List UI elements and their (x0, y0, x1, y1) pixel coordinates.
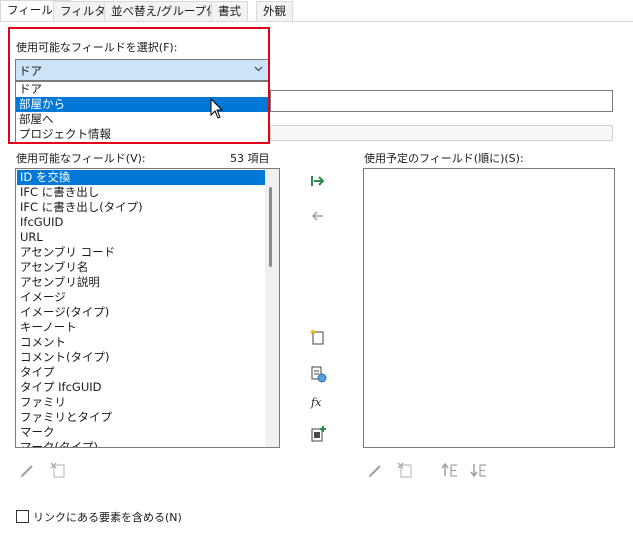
filter-field-secondary (270, 125, 613, 141)
include-links-label: リンクにある要素を含める(N) (33, 511, 182, 524)
list-item[interactable]: IFC に書き出し (17, 185, 265, 200)
edit-scheduled-button[interactable] (367, 461, 385, 479)
available-fields-list: ID を交換 IFC に書き出し IFC に書き出し(タイプ) IfcGUID … (15, 168, 280, 448)
add-parameter-icon (311, 426, 326, 442)
delete-parameter-icon (397, 462, 412, 478)
move-down-button[interactable] (470, 461, 488, 479)
list-item[interactable]: ID を交換 (17, 170, 265, 185)
category-combobox[interactable]: ドア (15, 59, 269, 81)
delete-scheduled-button[interactable] (396, 461, 414, 479)
list-item[interactable]: ファミリとタイプ (17, 410, 265, 425)
combine-parameters-icon (311, 366, 327, 383)
move-down-icon (470, 464, 486, 478)
list-item[interactable]: ファミリ (17, 395, 265, 410)
tab-sorting-grouping[interactable]: 並べ替え/グループ化 (104, 1, 225, 22)
list-item[interactable]: コメント (17, 335, 265, 350)
list-item[interactable]: キーノート (17, 320, 265, 335)
delete-parameter-button[interactable] (49, 461, 67, 479)
tab-divider (0, 21, 633, 22)
new-parameter-icon (310, 329, 324, 345)
pencil-icon (368, 465, 381, 478)
arrow-right-icon (311, 176, 325, 186)
remove-field-button[interactable] (309, 207, 327, 225)
scheduled-fields-list[interactable] (363, 168, 615, 448)
category-label: 使用可能なフィールドを選択(F): (16, 41, 178, 54)
available-fields-label: 使用可能なフィールド(V): (16, 152, 146, 165)
new-parameter-button[interactable] (309, 328, 327, 346)
available-fields-count: 53 項目 (230, 152, 270, 165)
list-item[interactable]: イメージ (17, 290, 265, 305)
dropdown-option-project-info[interactable]: プロジェクト情報 (16, 127, 268, 142)
category-selected-value: ドア (19, 64, 42, 78)
edit-parameter-button[interactable] (19, 461, 37, 479)
list-item[interactable]: タイプ IfcGUID (17, 380, 265, 395)
add-field-button[interactable] (309, 172, 327, 190)
list-item[interactable]: マーク(タイプ) (17, 440, 265, 447)
filter-field[interactable] (270, 90, 613, 112)
add-parameter-button[interactable] (309, 425, 327, 443)
combine-parameters-button[interactable] (309, 365, 327, 383)
list-item[interactable]: イメージ(タイプ) (17, 305, 265, 320)
list-item[interactable]: IfcGUID (17, 215, 265, 230)
tab-formatting[interactable]: 書式 (211, 1, 248, 22)
scrollbar-thumb[interactable] (269, 187, 272, 267)
delete-parameter-icon (50, 462, 65, 478)
dropdown-option-door[interactable]: ドア (16, 82, 268, 97)
dropdown-option-from-room[interactable]: 部屋から (16, 97, 268, 112)
move-up-icon (441, 462, 457, 477)
list-item[interactable]: コメント(タイプ) (17, 350, 265, 365)
list-item[interactable]: アセンブリ名 (17, 260, 265, 275)
tab-appearance[interactable]: 外観 (256, 1, 293, 22)
list-item[interactable]: マーク (17, 425, 265, 440)
fx-icon: fx (310, 396, 322, 409)
category-dropdown-list: ドア 部屋から 部屋へ プロジェクト情報 (15, 81, 269, 143)
move-up-button[interactable] (441, 461, 459, 479)
list-item[interactable]: URL (17, 230, 265, 245)
include-links-checkbox[interactable] (16, 510, 29, 523)
pencil-icon (20, 465, 33, 478)
list-item[interactable]: アセンブリ コード (17, 245, 265, 260)
calculated-value-button[interactable]: fx (309, 393, 327, 411)
available-fields-scrollbar[interactable] (265, 169, 279, 447)
dropdown-option-to-room[interactable]: 部屋へ (16, 112, 268, 127)
arrow-left-icon (311, 211, 323, 221)
list-item[interactable]: タイプ (17, 365, 265, 380)
svg-text:fx: fx (310, 396, 322, 409)
scheduled-fields-label: 使用予定のフィールド(順に)(S): (364, 152, 524, 165)
tab-bar: フィールド フィルタ 並べ替え/グループ化 書式 外観 (0, 0, 633, 22)
mouse-cursor-icon (210, 98, 224, 119)
list-item[interactable]: IFC に書き出し(タイプ) (17, 200, 265, 215)
chevron-down-icon (254, 66, 263, 72)
list-item[interactable]: アセンブリ説明 (17, 275, 265, 290)
